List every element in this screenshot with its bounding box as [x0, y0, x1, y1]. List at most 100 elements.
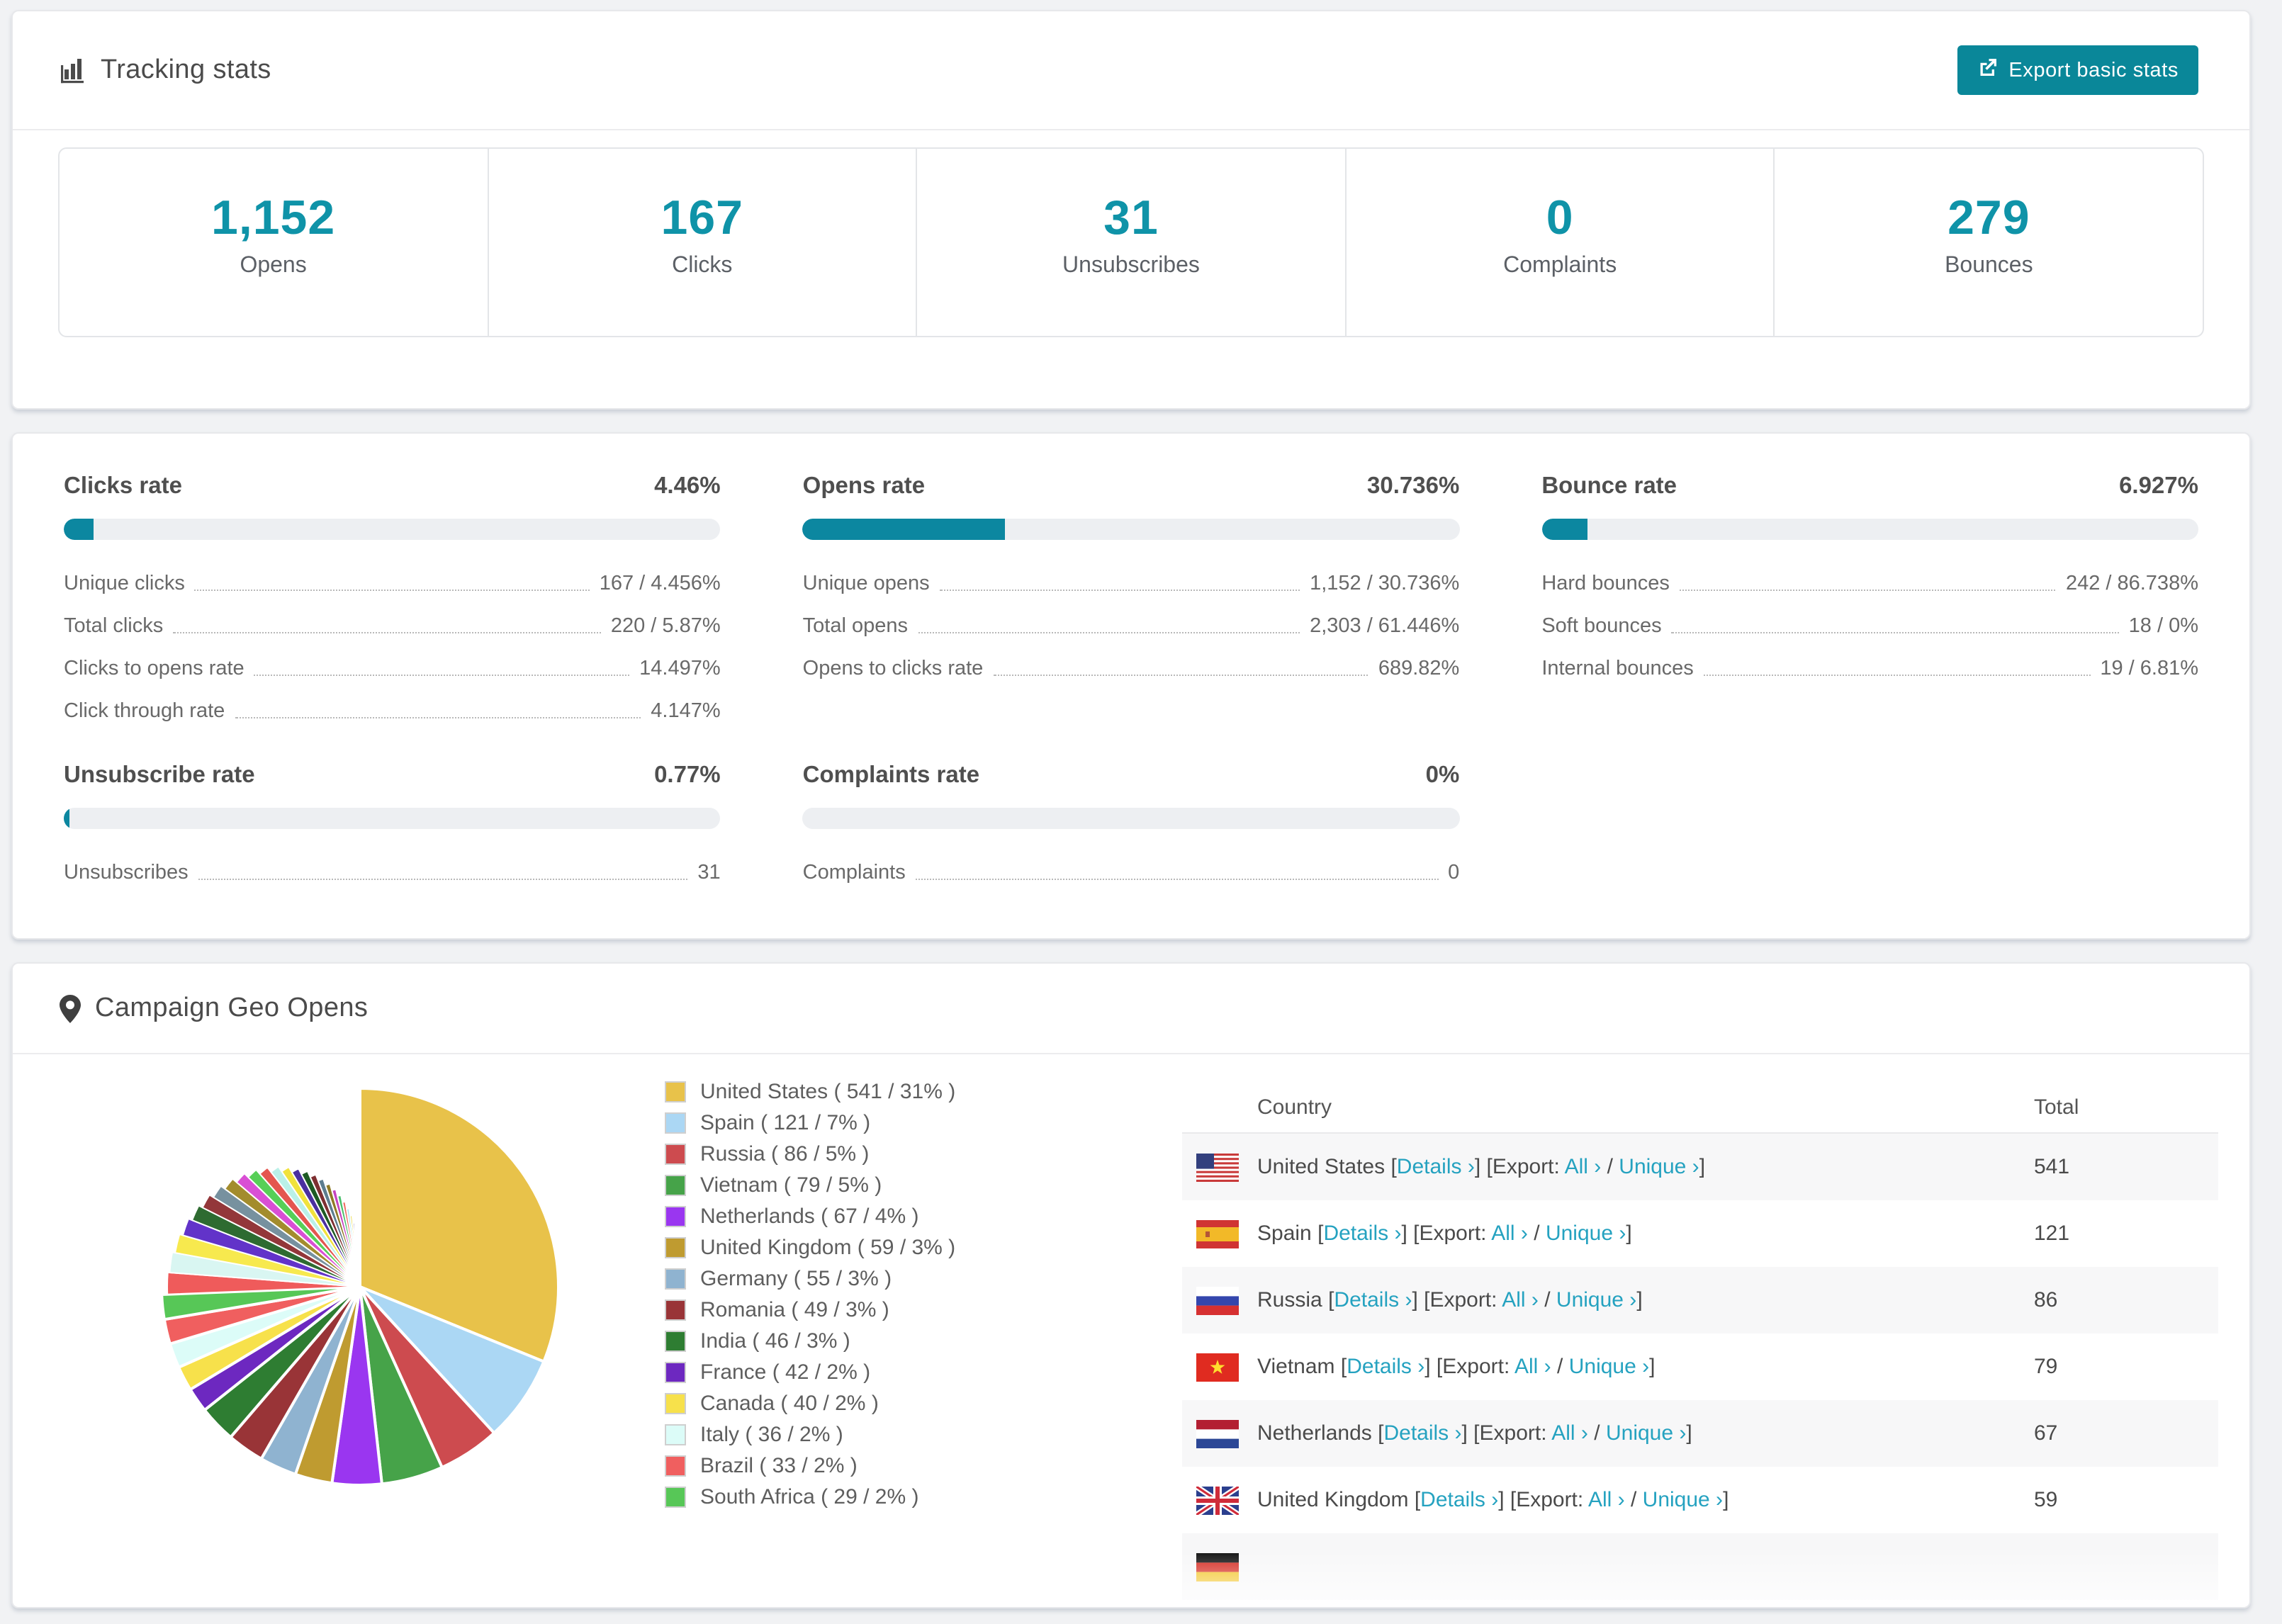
legend-item: Romania ( 49 / 3% )	[665, 1298, 1097, 1322]
export-all-link-united-states[interactable]: All ›	[1565, 1155, 1602, 1179]
dotted-leader	[1703, 675, 2091, 676]
stat-line-label: Hard bounces	[1541, 573, 1670, 595]
rate-value: 30.736%	[1367, 473, 1460, 499]
export-all-link-russia[interactable]: All ›	[1502, 1288, 1539, 1312]
stat-label: Unsubscribes	[1062, 254, 1200, 278]
legend-label: Romania ( 49 / 3% )	[700, 1298, 889, 1322]
legend-label: Netherlands ( 67 / 4% )	[700, 1205, 919, 1229]
export-unique-link-united-states[interactable]: Unique ›	[1619, 1155, 1699, 1179]
legend-item: Vietnam ( 79 / 5% )	[665, 1173, 1097, 1197]
flag-de-icon	[1196, 1552, 1239, 1581]
export-all-link-united-kingdom[interactable]: All ›	[1588, 1488, 1625, 1512]
stat-line-label: Total opens	[802, 615, 908, 638]
rate-progress-track	[802, 519, 1460, 540]
details-link-russia[interactable]: Details ›	[1334, 1288, 1412, 1312]
stat-line: Complaints 0	[803, 853, 1460, 896]
dotted-leader	[173, 632, 601, 633]
legend-swatch	[665, 1237, 686, 1258]
export-unique-link-united-kingdom[interactable]: Unique ›	[1643, 1488, 1723, 1512]
map-pin-icon	[60, 994, 81, 1022]
table-text: [	[1317, 1222, 1324, 1246]
export-unique-link-spain[interactable]: Unique ›	[1546, 1222, 1626, 1246]
total-cell: 79	[2034, 1355, 2058, 1379]
stat-cell-unsubscribes: 31 Unsubscribes	[917, 149, 1347, 336]
rate-title: Opens rate	[802, 473, 926, 499]
details-link-united-kingdom[interactable]: Details ›	[1420, 1488, 1498, 1512]
total-cell: 86	[2034, 1288, 2058, 1312]
stat-line: Total clicks 220 / 5.87%	[64, 607, 721, 649]
stat-cell-clicks: 167 Clicks	[488, 149, 918, 336]
bar-chart-icon	[60, 57, 86, 84]
details-link-vietnam[interactable]: Details ›	[1347, 1355, 1424, 1379]
stat-line-value: 14.497%	[639, 658, 721, 680]
geo-opens-pie-chart	[147, 1071, 587, 1600]
legend-label: Italy ( 36 / 2% )	[700, 1423, 843, 1447]
legend-item: United Kingdom ( 59 / 3% )	[665, 1236, 1097, 1260]
country-cell: Netherlands [Details ›] [Export: All › /…	[1196, 1419, 2034, 1448]
legend-label: Canada ( 40 / 2% )	[700, 1392, 879, 1416]
export-unique-link-vietnam[interactable]: Unique ›	[1569, 1355, 1649, 1379]
table-row-spain: Spain [Details ›] [Export: All › / Uniqu…	[1182, 1200, 2218, 1267]
stat-line-label: Unique clicks	[64, 573, 185, 595]
legend-swatch	[665, 1268, 686, 1290]
country-links: Vietnam [Details ›] [Export: All › / Uni…	[1257, 1355, 1655, 1379]
stat-line-value: 31	[697, 862, 721, 884]
country-cell: United States [Details ›] [Export: All ›…	[1196, 1153, 2034, 1181]
stat-line: Unique opens 1,152 / 30.736%	[803, 564, 1460, 607]
table-text: ]	[1723, 1488, 1729, 1512]
tracking-stats-header: Tracking stats Export basic stats	[13, 11, 2249, 130]
stat-line-label: Unsubscribes	[64, 862, 189, 884]
country-name: Russia	[1257, 1288, 1329, 1312]
details-link-spain[interactable]: Details ›	[1323, 1222, 1401, 1246]
rate-rows: Unique clicks 167 / 4.456% Total clicks 220…	[64, 564, 721, 734]
rate-progress-track	[64, 519, 721, 540]
dotted-leader	[254, 675, 630, 676]
rate-title: Clicks rate	[64, 473, 182, 499]
stat-line: Unique clicks 167 / 4.456%	[64, 564, 721, 607]
legend-item: India ( 46 / 3% )	[665, 1329, 1097, 1353]
legend-item: Italy ( 36 / 2% )	[665, 1423, 1097, 1447]
export-unique-link-russia[interactable]: Unique ›	[1556, 1288, 1636, 1312]
rate-value: 6.927%	[2119, 473, 2198, 499]
rate-panel-unsubscribe-rate: Unsubscribe rate 0.77% Unsubscribes 31	[64, 762, 721, 896]
country-cell: Russia [Details ›] [Export: All › / Uniq…	[1196, 1286, 2034, 1314]
stat-line-value: 0	[1448, 862, 1460, 884]
stat-value: 167	[661, 191, 743, 245]
rate-value: 0%	[1425, 762, 1460, 788]
geo-title: Campaign Geo Opens	[95, 993, 369, 1022]
stat-line-value: 220 / 5.87%	[610, 615, 721, 638]
legend-swatch	[665, 1424, 686, 1445]
details-link-united-states[interactable]: Details ›	[1397, 1155, 1475, 1179]
table-text: [	[1340, 1355, 1347, 1379]
rate-progress-fill	[64, 808, 69, 829]
campaign-geo-opens-card: Campaign Geo Opens United States ( 541 /…	[11, 962, 2251, 1608]
legend-swatch	[665, 1144, 686, 1165]
stat-line-label: Unique opens	[802, 573, 930, 595]
export-all-link-vietnam[interactable]: All ›	[1514, 1355, 1551, 1379]
flag-us-icon	[1196, 1153, 1239, 1181]
stat-line-label: Complaints	[802, 862, 906, 884]
export-all-link-netherlands[interactable]: All ›	[1551, 1421, 1588, 1445]
stats-summary-row: 1,152 Opens 167 Clicks 31 Unsubscribes 0 Compla…	[58, 147, 2204, 337]
stat-label: Opens	[240, 254, 307, 278]
dotted-leader	[1671, 632, 2119, 633]
country-name: United Kingdom	[1257, 1488, 1415, 1512]
export-all-link-spain[interactable]: All ›	[1491, 1222, 1528, 1246]
flag-gb-icon	[1196, 1486, 1239, 1514]
country-links: Spain [Details ›] [Export: All › / Uniqu…	[1257, 1222, 1632, 1246]
rate-head: Bounce rate 6.927%	[1541, 473, 2198, 500]
column-header-country: Country	[1257, 1095, 1332, 1120]
table-text: /	[1601, 1155, 1619, 1179]
details-link-netherlands[interactable]: Details ›	[1383, 1421, 1461, 1445]
rate-title: Bounce rate	[1541, 473, 1677, 499]
table-text: /	[1587, 1421, 1606, 1445]
dotted-leader	[918, 632, 1300, 633]
export-basic-stats-button[interactable]: Export basic stats	[1957, 45, 2198, 95]
geo-header: Campaign Geo Opens	[13, 964, 2249, 1054]
stat-cell-complaints: 0 Complaints	[1347, 149, 1775, 336]
stat-line: Total opens 2,303 / 61.446%	[803, 607, 1460, 649]
country-links: United States [Details ›] [Export: All ›…	[1257, 1155, 1705, 1179]
stat-line: Hard bounces 242 / 86.738%	[1541, 564, 2198, 607]
export-unique-link-netherlands[interactable]: Unique ›	[1606, 1421, 1686, 1445]
rate-progress-track	[64, 808, 721, 829]
